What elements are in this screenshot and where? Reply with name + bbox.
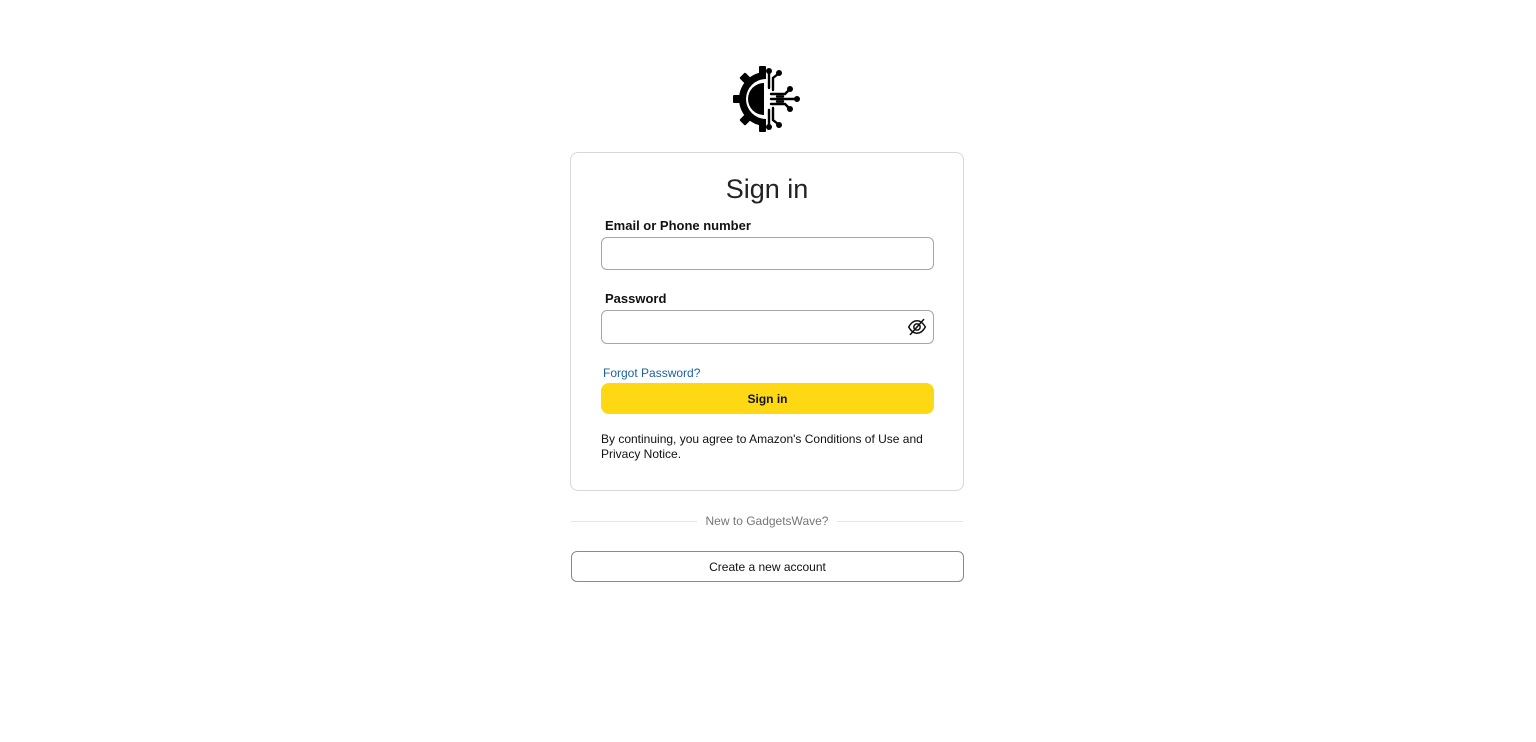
new-account-divider: New to GadgetsWave? bbox=[571, 513, 963, 529]
forgot-password-link[interactable]: Forgot Password? bbox=[603, 366, 700, 380]
password-field[interactable] bbox=[601, 310, 934, 344]
sign-in-page: Sign in Email or Phone number Password F… bbox=[0, 0, 1536, 742]
page-title: Sign in bbox=[725, 174, 809, 204]
eye-slash-icon[interactable] bbox=[906, 316, 928, 338]
divider-line-right bbox=[837, 521, 963, 522]
create-account-button[interactable]: Create a new account bbox=[571, 551, 964, 582]
email-label: Email or Phone number bbox=[605, 218, 751, 233]
circuit-gear-logo-icon bbox=[733, 66, 801, 132]
password-label: Password bbox=[605, 291, 667, 306]
sign-in-card: Sign in Email or Phone number Password F… bbox=[570, 152, 964, 491]
sign-in-button[interactable]: Sign in bbox=[601, 383, 934, 414]
email-field[interactable] bbox=[601, 237, 934, 270]
legal-notice: By continuing, you agree to Amazon's Con… bbox=[601, 432, 923, 461]
